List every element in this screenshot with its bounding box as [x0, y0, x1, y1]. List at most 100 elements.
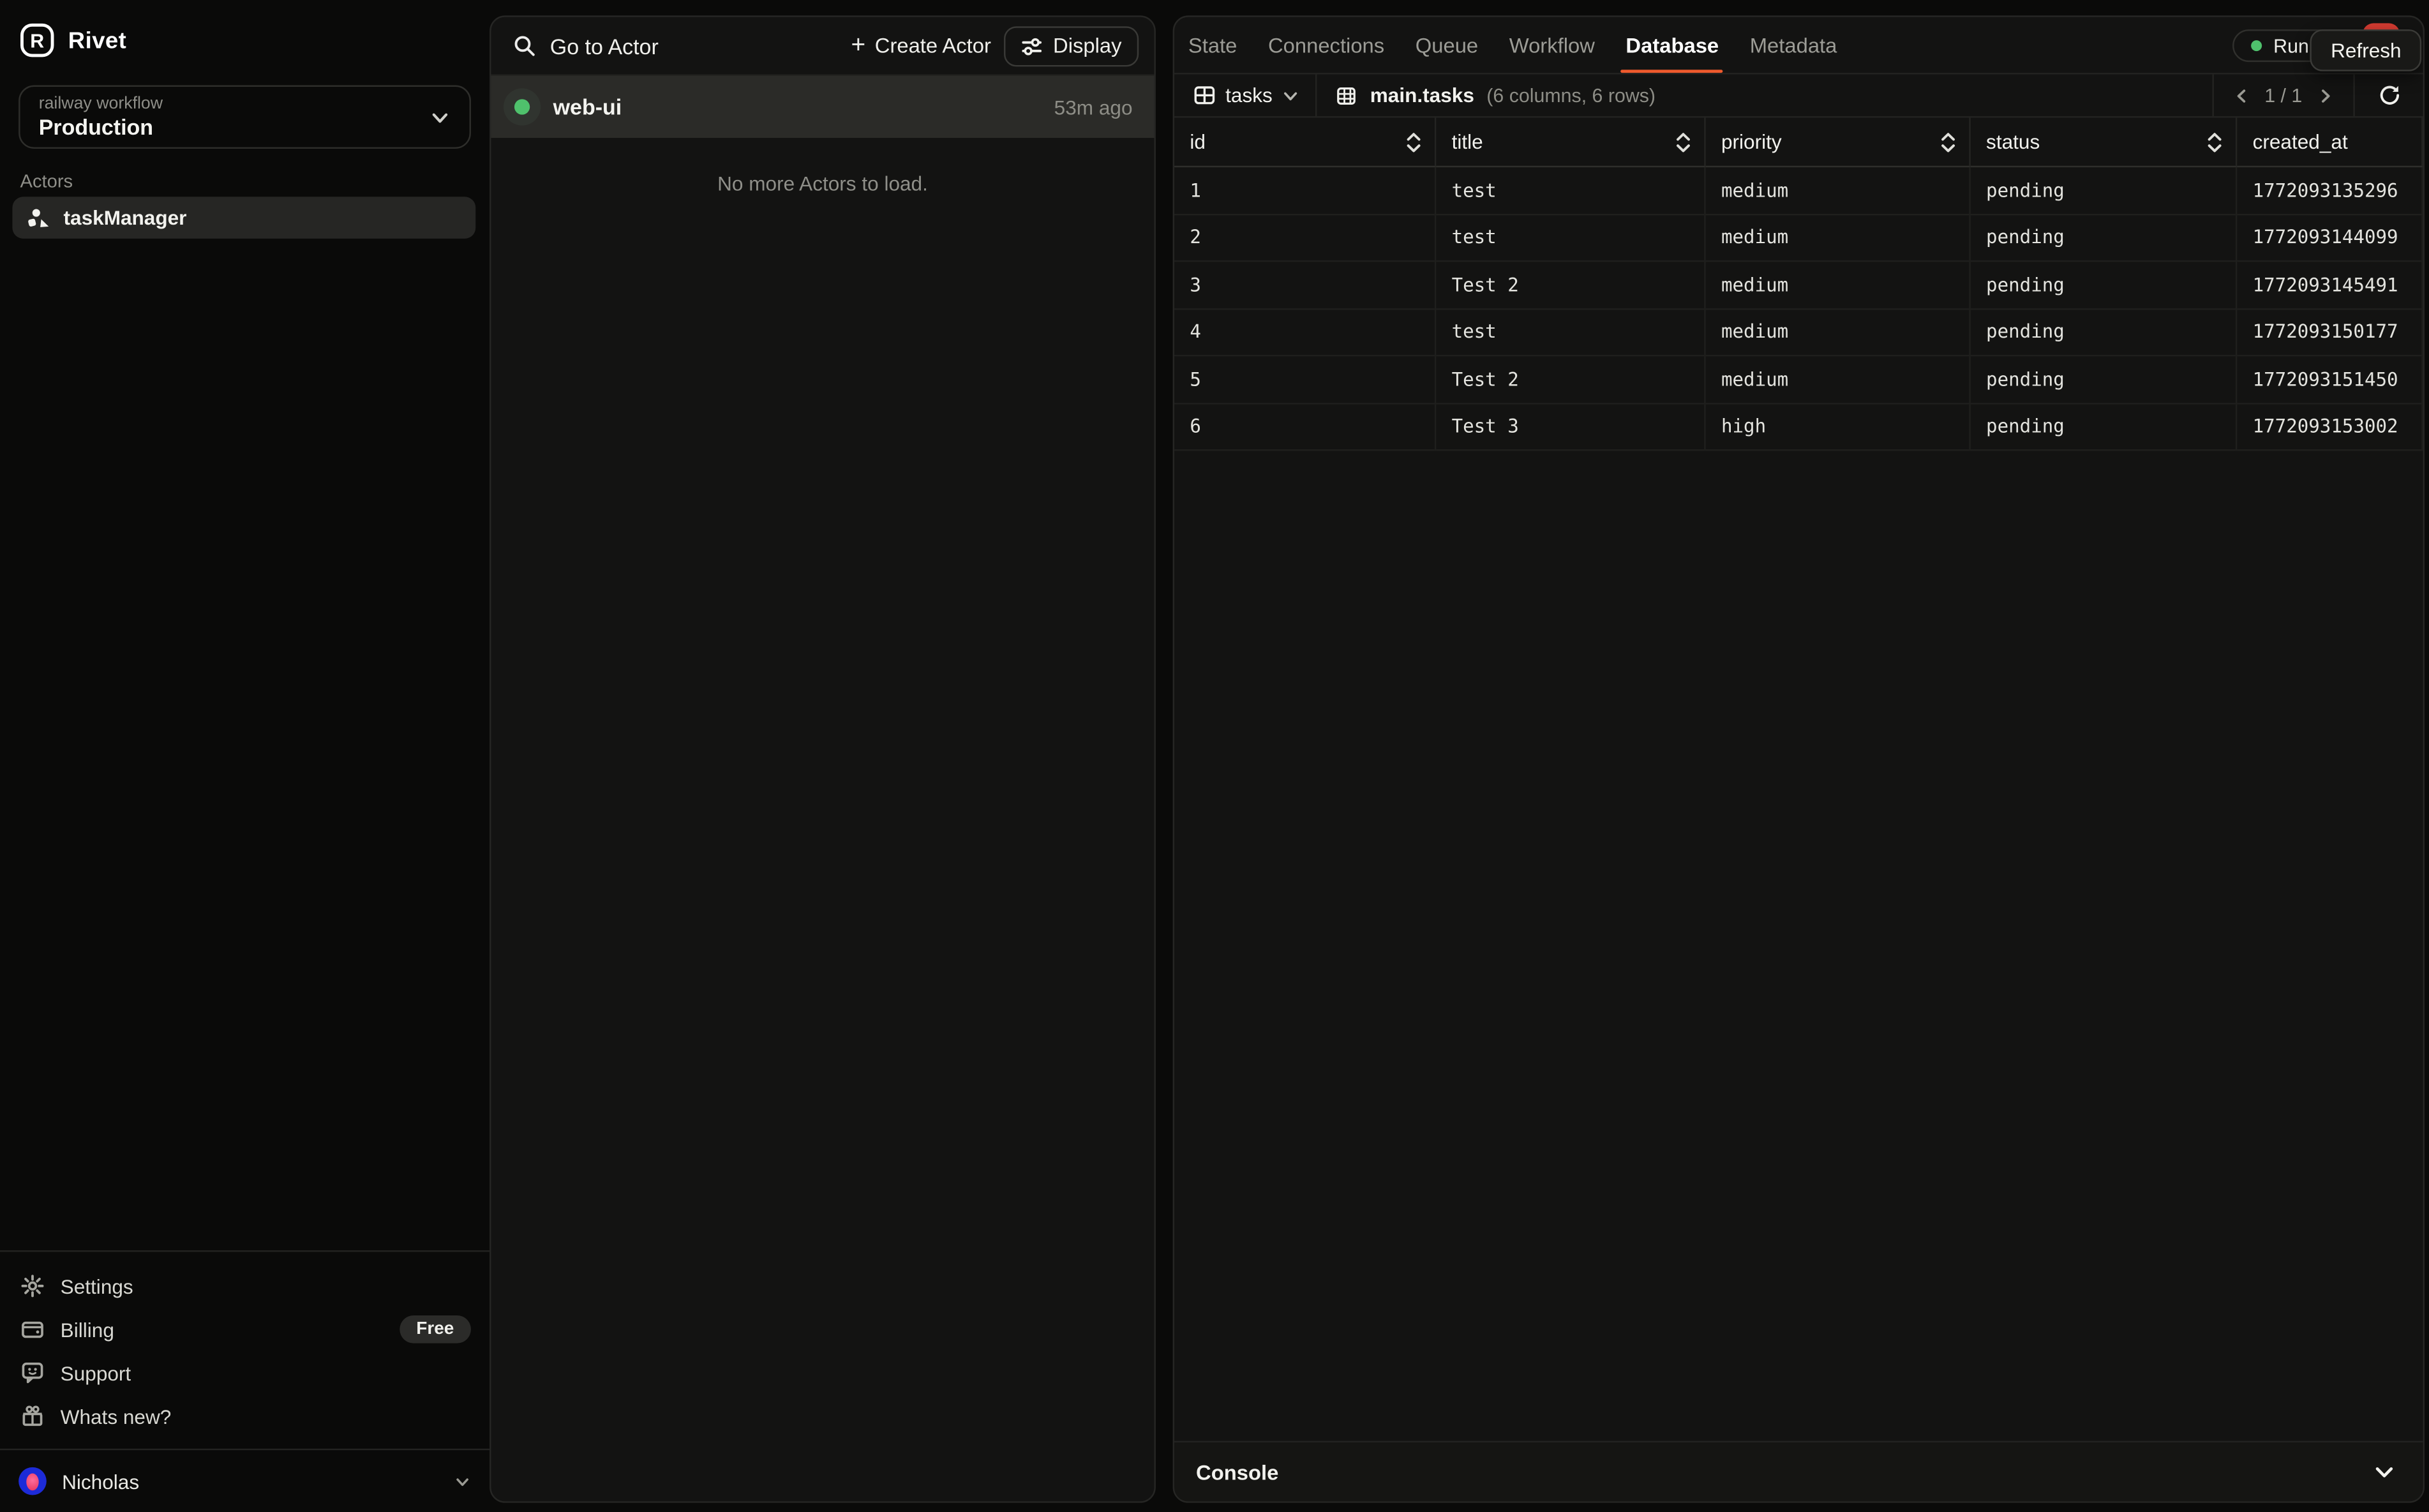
avatar: [19, 1467, 47, 1495]
cell-r6-status[interactable]: pending: [1971, 403, 2238, 451]
tab-queue[interactable]: Queue: [1416, 17, 1478, 73]
chevron-left-icon[interactable]: [2232, 86, 2250, 105]
cell-r3-id[interactable]: 3: [1174, 262, 1436, 309]
sidebar-item-billing[interactable]: Billing Free: [19, 1308, 471, 1351]
chevron-down-icon: [1282, 86, 1300, 105]
cell-r3-status[interactable]: pending: [1971, 262, 2238, 309]
cell-r3-title[interactable]: Test 2: [1436, 262, 1705, 309]
table-fullname: main.tasks (6 columns, 6 rows): [1317, 75, 1674, 117]
search-placeholder: Go to Actor: [550, 33, 659, 58]
cell-r4-created-at[interactable]: 1772093150177: [2237, 309, 2423, 356]
sidebar-item-support[interactable]: Support: [19, 1351, 471, 1395]
cell-r4-id[interactable]: 4: [1174, 309, 1436, 356]
refresh-button[interactable]: [2353, 75, 2423, 117]
plan-badge: Free: [400, 1315, 471, 1344]
search-icon: [513, 34, 536, 57]
cell-r2-title[interactable]: test: [1436, 214, 1705, 262]
sliders-icon: [1020, 35, 1042, 57]
user-menu[interactable]: Nicholas: [19, 1450, 471, 1512]
app-root: R Rivet railway workflow Production Acto…: [0, 0, 2429, 1512]
actor-row-web-ui[interactable]: web-ui 53m ago: [491, 76, 1155, 138]
gear-icon: [19, 1273, 45, 1298]
grid-icon: [1336, 84, 1357, 106]
sidebar-item-label: Whats new?: [61, 1405, 172, 1428]
actor-list-panel: Go to Actor + Create Actor Display web-u: [490, 15, 1156, 1502]
footer-items: Settings Billing Free Support Whats new?: [19, 1264, 471, 1438]
column-header-status: status: [1971, 117, 2238, 167]
sort-icon[interactable]: [1939, 131, 1957, 153]
sidebar-item-settings[interactable]: Settings: [19, 1264, 471, 1308]
create-actor-label: Create Actor: [875, 34, 991, 57]
cell-r5-status[interactable]: pending: [1971, 356, 2238, 403]
table-meta: (6 columns, 6 rows): [1486, 84, 1655, 106]
tab-connections[interactable]: Connections: [1268, 17, 1384, 73]
sidebar-item-label: taskManager: [64, 206, 187, 229]
tab-workflow[interactable]: Workflow: [1509, 17, 1595, 73]
tab-state[interactable]: State: [1188, 17, 1237, 73]
cell-r5-title[interactable]: Test 2: [1436, 356, 1705, 403]
cell-r5-priority[interactable]: medium: [1706, 356, 1971, 403]
cell-r5-id[interactable]: 5: [1174, 356, 1436, 403]
empty-message: No more Actors to load.: [491, 172, 1155, 195]
plus-icon: +: [851, 35, 866, 57]
actors-nav: taskManager: [12, 197, 475, 239]
rivet-logo-icon: R: [20, 23, 54, 57]
status-dot: [514, 99, 530, 114]
sidebar-item-taskmanager[interactable]: taskManager: [12, 197, 475, 239]
sort-icon[interactable]: [1675, 131, 1692, 153]
sidebar-item-whats-new[interactable]: Whats new?: [19, 1395, 471, 1438]
pagination: 1 / 1: [2212, 75, 2354, 117]
cell-r5-created-at[interactable]: 1772093151450: [2237, 356, 2423, 403]
cell-r2-id[interactable]: 2: [1174, 214, 1436, 262]
cell-r6-created-at[interactable]: 1772093153002: [2237, 403, 2423, 451]
workflow-label: railway workflow: [39, 94, 163, 113]
column-header-id: id: [1174, 117, 1436, 167]
cell-r4-priority[interactable]: medium: [1706, 309, 1971, 356]
sort-icon[interactable]: [2206, 131, 2223, 153]
cell-r4-status[interactable]: pending: [1971, 309, 2238, 356]
cell-r3-priority[interactable]: medium: [1706, 262, 1971, 309]
cell-r2-priority[interactable]: medium: [1706, 214, 1971, 262]
tab-metadata[interactable]: Metadata: [1750, 17, 1837, 73]
cell-r6-id[interactable]: 6: [1174, 403, 1436, 451]
refresh-icon: [2377, 84, 2400, 107]
sidebar-footer: Settings Billing Free Support Whats new? Nic…: [0, 1250, 490, 1512]
actor-name: web-ui: [553, 94, 622, 119]
column-label: title: [1452, 130, 1483, 153]
cell-r6-title[interactable]: Test 3: [1436, 403, 1705, 451]
actor-rows: web-ui 53m ago: [491, 76, 1155, 138]
chevron-right-icon[interactable]: [2316, 86, 2335, 105]
cell-r2-created-at[interactable]: 1772093144099: [2237, 214, 2423, 262]
workflow-selector[interactable]: railway workflow Production: [19, 86, 471, 149]
console-bar[interactable]: Console: [1174, 1441, 2423, 1502]
tab-database[interactable]: Database: [1626, 17, 1719, 73]
cell-r1-created-at[interactable]: 1772093135296: [2237, 167, 2423, 214]
cell-r1-title[interactable]: test: [1436, 167, 1705, 214]
sidebar-item-label: Billing: [61, 1318, 114, 1341]
actor-panel-header: Go to Actor + Create Actor Display: [491, 17, 1155, 76]
cell-r3-created-at[interactable]: 1772093145491: [2237, 262, 2423, 309]
chat-icon: [19, 1360, 45, 1385]
column-header-title: title: [1436, 117, 1705, 167]
cell-r4-title[interactable]: test: [1436, 309, 1705, 356]
create-actor-button[interactable]: + Create Actor: [839, 28, 1003, 64]
tab-bar: State Connections Queue Workflow Database Met…: [1174, 17, 2423, 75]
actor-last-active: 53m ago: [1054, 95, 1133, 118]
refresh-tooltip: Refresh: [2311, 29, 2422, 71]
user-name: Nicholas: [62, 1469, 139, 1492]
wallet-icon: [19, 1317, 45, 1342]
search-input[interactable]: Go to Actor: [513, 33, 839, 58]
sort-icon[interactable]: [1405, 131, 1423, 153]
display-button[interactable]: Display: [1003, 26, 1139, 66]
column-header-priority: priority: [1706, 117, 1971, 167]
cell-r2-status[interactable]: pending: [1971, 214, 2238, 262]
cell-r1-id[interactable]: 1: [1174, 167, 1436, 214]
table-selector[interactable]: tasks: [1174, 75, 1317, 117]
cell-r6-priority[interactable]: high: [1706, 403, 1971, 451]
cell-r1-priority[interactable]: medium: [1706, 167, 1971, 214]
cell-r1-status[interactable]: pending: [1971, 167, 2238, 214]
table-name: main.tasks: [1370, 84, 1474, 107]
column-label: status: [1986, 130, 2040, 153]
brand[interactable]: R Rivet: [0, 0, 490, 57]
display-label: Display: [1053, 34, 1121, 57]
